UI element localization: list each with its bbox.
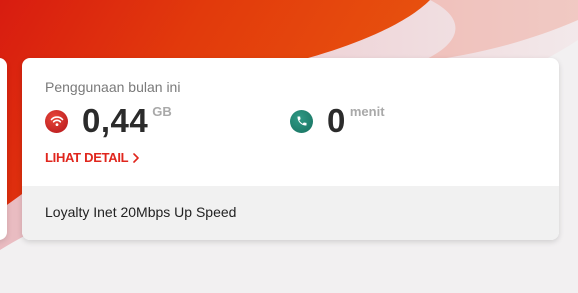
wifi-icon bbox=[45, 109, 68, 133]
usage-title: Penggunaan bulan ini bbox=[45, 79, 181, 95]
package-name: Loyalty Inet 20Mbps Up Speed bbox=[45, 204, 237, 220]
voice-usage-unit: menit bbox=[349, 104, 385, 119]
view-detail-link[interactable]: LIHAT DETAIL bbox=[45, 150, 140, 165]
phone-icon bbox=[290, 109, 313, 133]
data-usage-unit: GB bbox=[152, 104, 172, 119]
data-usage: 0,44 GB bbox=[45, 104, 172, 138]
usage-card: Penggunaan bulan ini 0,44 GB 0 menit LIH… bbox=[22, 58, 559, 240]
voice-usage-value: 0 bbox=[327, 102, 346, 139]
voice-usage: 0 menit bbox=[290, 104, 385, 138]
package-footer[interactable]: Loyalty Inet 20Mbps Up Speed bbox=[22, 186, 559, 240]
previous-card-edge[interactable] bbox=[0, 58, 7, 240]
usage-screen: Penggunaan bulan ini 0,44 GB 0 menit LIH… bbox=[0, 0, 578, 293]
data-usage-value: 0,44 bbox=[82, 102, 149, 139]
view-detail-label: LIHAT DETAIL bbox=[45, 150, 129, 165]
chevron-right-icon bbox=[133, 152, 140, 163]
